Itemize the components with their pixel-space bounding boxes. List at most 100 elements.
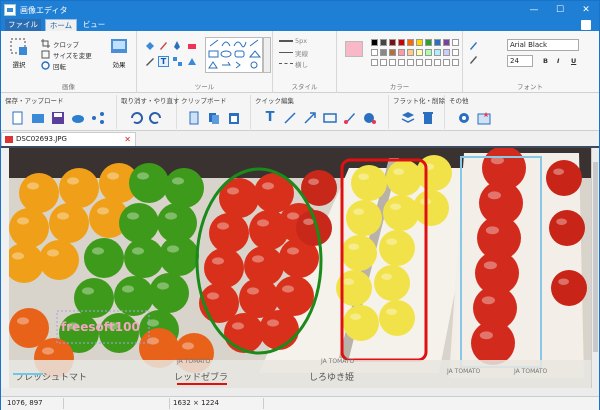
tab-file[interactable]: ファイル: [5, 19, 41, 31]
quick-stamp-icon[interactable]: [363, 111, 377, 125]
brush-icon[interactable]: [159, 41, 168, 50]
color-swatch[interactable]: [371, 39, 378, 46]
tomato-highlight: [267, 319, 279, 327]
maximize-button[interactable]: ☐: [547, 1, 573, 19]
dropper-icon[interactable]: [173, 41, 182, 50]
italic-button[interactable]: I: [557, 57, 559, 65]
color-swatch[interactable]: [398, 49, 405, 56]
color-swatch[interactable]: [425, 49, 432, 56]
custom-color-swatch[interactable]: [398, 59, 405, 66]
quick-text-icon[interactable]: T: [263, 111, 277, 125]
custom-color-swatch[interactable]: [389, 59, 396, 66]
tomato-highlight: [107, 172, 119, 180]
custom-color-swatch[interactable]: [452, 59, 459, 66]
mosaic-icon[interactable]: [173, 57, 182, 66]
tomato-highlight: [137, 172, 149, 180]
eraser-icon[interactable]: [187, 41, 196, 50]
custom-color-swatch[interactable]: [371, 59, 378, 66]
custom-color-swatch[interactable]: [416, 59, 423, 66]
color-swatch[interactable]: [380, 49, 387, 56]
cut-icon[interactable]: [187, 111, 201, 125]
font-size-select[interactable]: 24: [507, 55, 533, 67]
color-swatch[interactable]: [452, 39, 459, 46]
resize-button[interactable]: サイズを変更: [53, 50, 92, 60]
line-style-select[interactable]: 実線: [295, 48, 308, 58]
color-swatch[interactable]: [425, 39, 432, 46]
vertical-scroll-thumb[interactable]: [593, 162, 598, 352]
color-swatch[interactable]: [389, 49, 396, 56]
tab-home[interactable]: ホーム: [45, 19, 77, 31]
rotate-button[interactable]: 回転: [53, 61, 66, 71]
color-picker-icon[interactable]: [469, 41, 478, 50]
color-swatch[interactable]: [407, 49, 414, 56]
shape-gallery-scroll[interactable]: [263, 37, 271, 73]
custom-color-swatch[interactable]: [407, 59, 414, 66]
custom-color-swatch[interactable]: [434, 59, 441, 66]
document-tab[interactable]: DSC02693.JPG ✕: [1, 132, 136, 146]
quick-arrow-icon[interactable]: [303, 111, 317, 125]
star-image-icon[interactable]: [477, 111, 491, 125]
color-swatch[interactable]: [380, 39, 387, 46]
tab-view[interactable]: ビュー: [81, 19, 107, 31]
color-swatch[interactable]: [407, 39, 414, 46]
quick-rect-icon[interactable]: [323, 111, 337, 125]
tomato: [59, 168, 99, 208]
fill-bucket-icon[interactable]: [145, 41, 154, 50]
color-swatch[interactable]: [416, 49, 423, 56]
help-icon[interactable]: [581, 20, 591, 30]
open-folder-icon[interactable]: [31, 111, 45, 125]
color-swatch[interactable]: [371, 49, 378, 56]
pencil-icon[interactable]: [145, 57, 154, 66]
quick-line-icon[interactable]: [283, 111, 297, 125]
color-swatch[interactable]: [416, 39, 423, 46]
custom-color-swatch[interactable]: [443, 59, 450, 66]
color-swatch[interactable]: [398, 39, 405, 46]
color-swatch[interactable]: [443, 49, 450, 56]
style-group: 5px 実線 横し スタイル: [273, 31, 337, 93]
horizontal-scrollbar[interactable]: [1, 388, 599, 396]
shape-gallery[interactable]: [205, 37, 263, 73]
line-width-icon: [279, 40, 293, 42]
paste-icon[interactable]: [227, 111, 241, 125]
pen-style-icon[interactable]: [469, 55, 478, 64]
vertical-scrollbar[interactable]: [591, 148, 599, 388]
layers-icon[interactable]: [401, 111, 415, 125]
crop-button[interactable]: クロップ: [53, 39, 79, 49]
share-icon[interactable]: [91, 111, 105, 125]
primary-color[interactable]: [345, 41, 363, 57]
dash-style-select[interactable]: 横し: [295, 59, 308, 69]
custom-color-swatch[interactable]: [380, 59, 387, 66]
line-width-select[interactable]: 5px: [295, 37, 307, 45]
font-name-select[interactable]: Arial Black: [507, 39, 579, 51]
color-swatch[interactable]: [443, 39, 450, 46]
color-swatch[interactable]: [434, 49, 441, 56]
tomato-highlight: [42, 347, 54, 355]
close-document-button[interactable]: ✕: [124, 133, 131, 146]
undo-icon[interactable]: [129, 111, 143, 125]
close-window-button[interactable]: ✕: [573, 1, 599, 19]
color-swatch[interactable]: [389, 39, 396, 46]
save-icon[interactable]: [51, 111, 65, 125]
color-swatch[interactable]: [452, 49, 459, 56]
watermark-text[interactable]: freesoft100: [61, 320, 140, 334]
new-file-icon[interactable]: [11, 111, 25, 125]
image-canvas[interactable]: freesoft100 フレッシュトマト レッドゼブラ しろゆき姫 JA TOM…: [9, 148, 591, 388]
underline-button[interactable]: U: [571, 57, 576, 65]
tomato-highlight: [303, 218, 314, 225]
trash-icon[interactable]: [421, 111, 435, 125]
redo-icon[interactable]: [149, 111, 163, 125]
color-swatch[interactable]: [434, 39, 441, 46]
upload-cloud-icon[interactable]: [71, 111, 85, 125]
copy-icon[interactable]: [207, 111, 221, 125]
quick-brush-icon[interactable]: [343, 111, 357, 125]
highlight-icon[interactable]: [187, 57, 196, 66]
minimize-button[interactable]: —: [521, 1, 547, 19]
settings-gear-icon[interactable]: [457, 111, 471, 125]
custom-color-swatch[interactable]: [425, 59, 432, 66]
select-button[interactable]: 選択: [7, 37, 31, 69]
text-tool-icon[interactable]: T: [158, 56, 169, 67]
bold-button[interactable]: B: [543, 57, 548, 65]
photo-content: freesoft100 フレッシュトマト レッドゼブラ しろゆき姫 JA TOM…: [9, 148, 591, 388]
effects-button[interactable]: 効果: [107, 37, 131, 69]
select-icon: [10, 38, 27, 55]
